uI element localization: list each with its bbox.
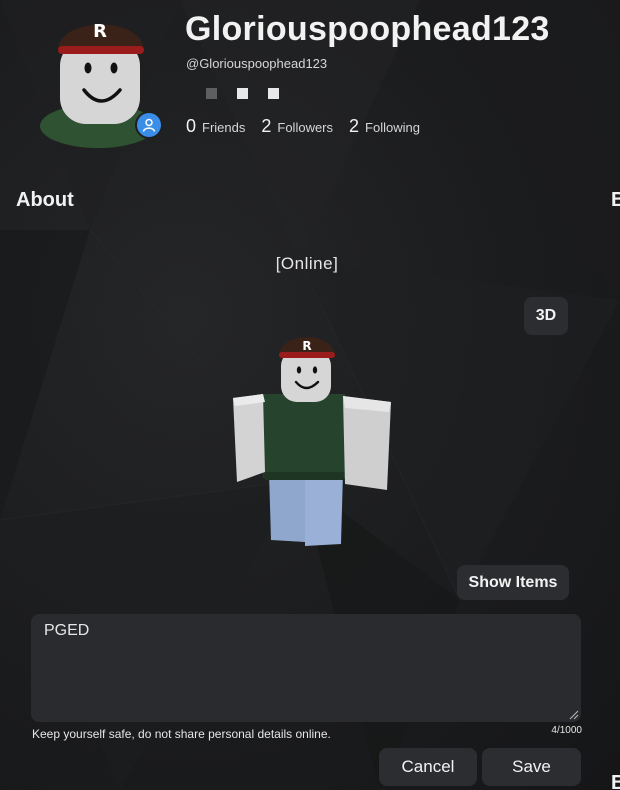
character-counter: 4/1000: [551, 725, 582, 736]
profile-page: R Gloriouspoophead123 @Gloriouspoophead1…: [0, 0, 620, 790]
badge-icon[interactable]: [206, 88, 217, 99]
followers-label: Followers: [277, 120, 334, 135]
save-button[interactable]: Save: [482, 748, 581, 786]
cancel-button[interactable]: Cancel: [379, 748, 477, 786]
show-items-button[interactable]: Show Items: [457, 565, 569, 600]
svg-text:R: R: [93, 21, 107, 42]
followers-stat[interactable]: 2 Followers: [261, 116, 333, 137]
followers-count: 2: [261, 116, 272, 136]
following-count: 2: [349, 116, 360, 136]
bio-textarea[interactable]: PGED: [31, 614, 581, 722]
view-3d-toggle-button[interactable]: 3D: [524, 297, 568, 335]
username: @Gloriouspoophead123: [186, 56, 328, 71]
badge-icon[interactable]: [268, 88, 279, 99]
display-name: Gloriouspoophead123: [185, 10, 550, 48]
badge-row: [206, 88, 279, 99]
right-column-heading-lower: B: [611, 772, 620, 790]
online-status: [Online]: [275, 254, 339, 273]
friends-label: Friends: [202, 120, 246, 135]
badge-icon[interactable]: [237, 88, 248, 99]
social-stats: 0 Friends 2 Followers 2 Following: [186, 116, 420, 137]
resize-grip-icon[interactable]: [569, 710, 579, 720]
safety-note: Keep yourself safe, do not share persona…: [32, 727, 331, 741]
following-stat[interactable]: 2 Following: [349, 116, 420, 137]
following-label: Following: [365, 120, 420, 135]
avatar-3d-view[interactable]: R: [225, 332, 400, 554]
presence-badge: [135, 111, 163, 139]
right-column-heading: B: [611, 189, 620, 211]
person-icon: [137, 113, 161, 137]
about-heading: About: [16, 189, 74, 211]
friends-count: 0: [186, 116, 197, 136]
friends-stat[interactable]: 0 Friends: [186, 116, 245, 137]
svg-text:R: R: [302, 339, 311, 353]
